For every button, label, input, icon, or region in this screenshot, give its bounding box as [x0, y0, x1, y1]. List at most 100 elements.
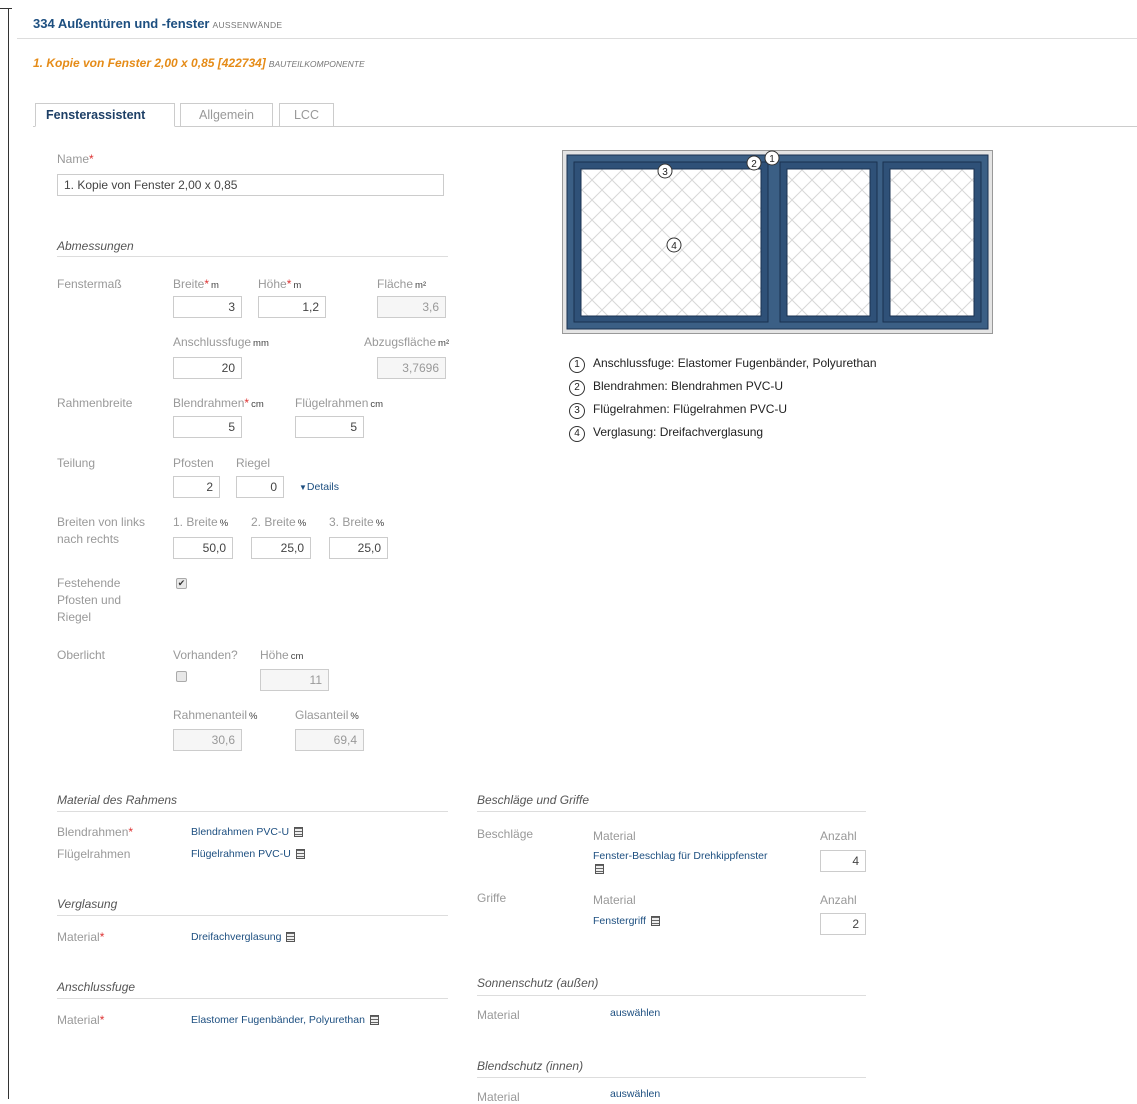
festehende-label-3: Riegel	[57, 610, 92, 624]
blendschutz-material-label: Material	[477, 1090, 520, 1104]
svg-text:1: 1	[769, 154, 775, 165]
anschlussfuge-material-link[interactable]: Elastomer Fugenbänder, Polyurethan	[191, 1014, 379, 1026]
fluegelrahmen-input[interactable]: 5	[295, 416, 364, 438]
beschlag-anzahl-label: Anzahl	[820, 829, 857, 843]
datasheet-icon[interactable]	[595, 864, 604, 875]
oberlicht-hoehe-field: 11	[260, 669, 329, 691]
festehende-label-2: Pfosten und	[57, 593, 122, 607]
breiten-label-2: nach rechts	[57, 532, 120, 546]
pfosten-label: Pfosten	[173, 456, 214, 470]
griff-anzahl-label: Anzahl	[820, 893, 857, 907]
glasanteil-label: Glasanteil%	[295, 708, 359, 722]
breite1-input[interactable]: 50,0	[173, 537, 233, 559]
section-blendschutz: Blendschutz (innen)	[477, 1059, 584, 1073]
breite-input[interactable]: 3	[173, 296, 242, 318]
anschlussfuge-material-label: Material*	[57, 1013, 105, 1027]
page-title: 334 Außentüren und -fenster AUSSENWÄNDE	[33, 16, 283, 31]
datasheet-icon[interactable]	[369, 1015, 379, 1026]
verglasung-material-label: Material*	[57, 930, 105, 944]
fluegelrahmen-material-label: Flügelrahmen	[57, 847, 131, 861]
oberlicht-label: Oberlicht	[57, 648, 106, 662]
legend-item-2: 2 Blendrahmen: Blendrahmen PVC-U	[569, 379, 783, 396]
window-diagram: 3 2 1 4	[562, 150, 993, 334]
name-input[interactable]: 1. Kopie von Fenster 2,00 x 0,85	[57, 174, 444, 196]
tab-fensterassistent[interactable]: Fensterassistent	[35, 103, 175, 127]
griff-material-link[interactable]: Fenstergriff	[593, 915, 660, 927]
svg-text:2: 2	[751, 159, 757, 170]
svg-text:4: 4	[671, 241, 677, 252]
datasheet-icon[interactable]	[294, 827, 304, 838]
beschlag-material-label: Material	[593, 829, 636, 843]
title-divider	[17, 38, 1137, 39]
glass-middle	[786, 168, 871, 317]
section-material-rahmen: Material des Rahmens	[57, 793, 178, 807]
riegel-input[interactable]: 0	[236, 476, 284, 498]
fluegelrahmen-label: Flügelrahmen cm	[295, 396, 384, 410]
breite-label: Breite* m	[173, 277, 219, 291]
hoehe-label: Höhe* m	[258, 277, 302, 291]
hoehe-input[interactable]: 1,2	[258, 296, 326, 318]
flaeche-label: Fläche m²	[377, 277, 427, 291]
blendschutz-select-link[interactable]: auswählen	[610, 1088, 660, 1100]
vorhanden-checkbox[interactable]	[176, 671, 187, 682]
section-divider	[57, 811, 448, 812]
section-divider	[57, 915, 448, 916]
fenstermass-label: Fenstermaß	[57, 277, 122, 291]
legend-item-1: 1 Anschlussfuge: Elastomer Fugenbänder, P…	[569, 356, 877, 373]
verglasung-material-link[interactable]: Dreifachverglasung	[191, 931, 296, 943]
riegel-label: Riegel	[236, 456, 271, 470]
datasheet-icon[interactable]	[286, 932, 296, 943]
section-sonnenschutz: Sonnenschutz (außen)	[477, 976, 599, 990]
rahmenanteil-field: 30,6	[173, 729, 242, 751]
griffe-label: Griffe	[477, 891, 507, 905]
blendrahmen-input[interactable]: 5	[173, 416, 242, 438]
rahmenanteil-label: Rahmenanteil%	[173, 708, 258, 722]
beschlag-material-link[interactable]: Fenster-Beschlag für Drehkippfenster	[593, 850, 803, 876]
section-divider	[57, 998, 448, 999]
fluegelrahmen-material-link[interactable]: Flügelrahmen PVC-U	[191, 848, 305, 860]
oberlicht-hoehe-label: Höhe cm	[260, 648, 304, 662]
blendrahmen-material-label: Blendrahmen*	[57, 825, 134, 839]
name-label: Name*	[57, 152, 94, 166]
triangle-down-icon: ▼	[299, 483, 307, 492]
details-toggle[interactable]: ▼Details	[299, 481, 339, 493]
tab-lcc[interactable]: LCC	[279, 103, 334, 127]
sonnenschutz-material-label: Material	[477, 1008, 520, 1022]
legend-item-3: 3 Flügelrahmen: Flügelrahmen PVC-U	[569, 402, 787, 419]
sonnenschutz-select-link[interactable]: auswählen	[610, 1007, 660, 1019]
pfosten-input[interactable]: 2	[173, 476, 220, 498]
section-divider	[57, 256, 448, 257]
section-anschlussfuge: Anschlussfuge	[57, 980, 136, 994]
section-abmessungen: Abmessungen	[57, 239, 134, 253]
section-beschlaege: Beschläge und Griffe	[477, 793, 590, 807]
legend-item-4: 4 Verglasung: Dreifachverglasung	[569, 425, 763, 442]
breite3-input[interactable]: 25,0	[329, 537, 388, 559]
datasheet-icon[interactable]	[650, 916, 660, 927]
glasanteil-field: 69,4	[295, 729, 364, 751]
griff-material-label: Material	[593, 893, 636, 907]
section-divider	[477, 811, 866, 812]
breite1-label: 1. Breite%	[173, 515, 229, 529]
griff-anzahl-input[interactable]: 2	[820, 913, 866, 935]
abzugsflaeche-label: Abzugsfläche m²	[364, 335, 450, 349]
datasheet-icon[interactable]	[295, 849, 305, 860]
breiten-label-1: Breiten von links	[57, 515, 146, 529]
section-verglasung: Verglasung	[57, 897, 118, 911]
breite3-label: 3. Breite%	[329, 515, 385, 529]
beschlaege-label: Beschläge	[477, 827, 534, 841]
abzugsflaeche-field: 3,7696	[377, 357, 446, 379]
section-divider	[477, 1077, 866, 1078]
component-title: 1. Kopie von Fenster 2,00 x 0,85 [422734…	[33, 56, 365, 70]
anschlussfuge-input[interactable]: 20	[173, 357, 242, 379]
beschlag-anzahl-input[interactable]: 4	[820, 850, 866, 872]
blendrahmen-material-link[interactable]: Blendrahmen PVC-U	[191, 826, 304, 838]
blendrahmen-label: Blendrahmen* cm	[173, 396, 264, 410]
tab-allgemein[interactable]: Allgemein	[180, 103, 273, 127]
marker-4: 4	[666, 237, 682, 253]
breite2-input[interactable]: 25,0	[251, 537, 311, 559]
flaeche-field: 3,6	[377, 296, 446, 318]
festehende-checkbox[interactable]: ✔	[176, 578, 187, 589]
section-divider	[477, 995, 866, 996]
marker-1: 1	[764, 150, 780, 166]
marker-2: 2	[746, 155, 762, 171]
